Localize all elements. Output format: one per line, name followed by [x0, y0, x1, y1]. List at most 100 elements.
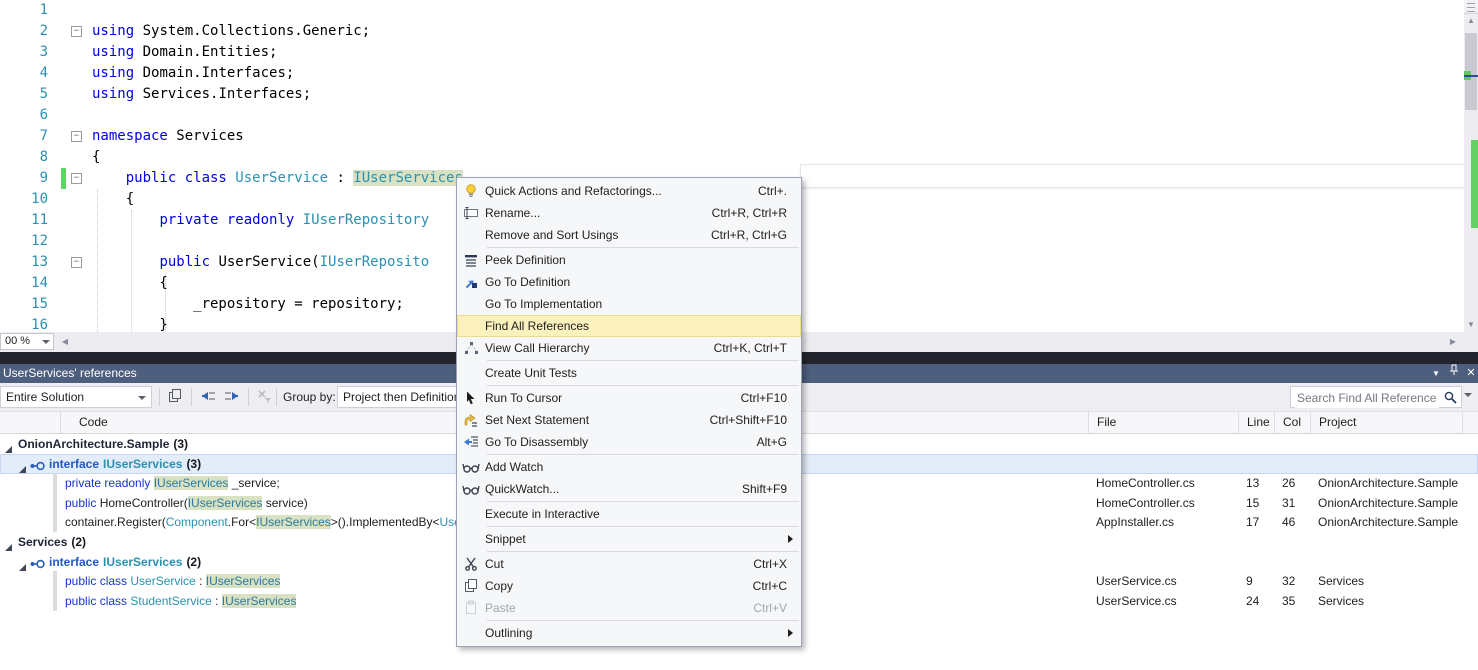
- scope-select[interactable]: Entire Solution: [0, 386, 152, 408]
- editor-line[interactable]: 6: [0, 105, 1464, 126]
- change-margin: [48, 105, 66, 126]
- outlining-margin[interactable]: −: [66, 126, 92, 147]
- remove-filter-button-disabled: [256, 388, 274, 406]
- menu-item-go-to-disassembly[interactable]: Go To Disassembly Alt+G: [457, 431, 801, 453]
- editor-line[interactable]: 4 using Domain.Interfaces;: [0, 63, 1464, 84]
- column-header-blank[interactable]: [0, 412, 60, 433]
- scroll-up-arrow-icon[interactable]: ▲: [1464, 14, 1478, 28]
- code-segment: using: [92, 86, 135, 102]
- code-snippet: private readonly IUserServices _service;: [65, 473, 280, 493]
- menu-item-remove-and-sort-usings[interactable]: Remove and Sort Usings Ctrl+R, Ctrl+G: [457, 224, 801, 246]
- copy-results-button[interactable]: [167, 388, 185, 406]
- code-segment: service): [262, 495, 308, 510]
- highlighted-symbol: IUserServices: [256, 515, 331, 530]
- highlighted-symbol: IUserServices: [221, 593, 297, 608]
- interface-keyword: interface: [49, 554, 100, 569]
- line-number: 13: [31, 254, 48, 270]
- editor-line[interactable]: 5 using Services.Interfaces;: [0, 84, 1464, 105]
- close-icon[interactable]: ✕: [1463, 364, 1478, 383]
- menu-item-set-next-statement[interactable]: Set Next Statement Ctrl+Shift+F10: [457, 409, 801, 431]
- menu-item-peek-definition[interactable]: Peek Definition: [457, 249, 801, 271]
- scrollbar-caret-mark: [1464, 75, 1478, 77]
- tree-indent-bar: [53, 571, 57, 592]
- menu-item-add-watch[interactable]: Add Watch: [457, 456, 801, 478]
- code-text: {: [92, 189, 134, 210]
- change-margin: [48, 0, 66, 21]
- menu-item-find-all-references[interactable]: Find All References: [457, 315, 801, 337]
- code-segment: Domain.Entities;: [134, 44, 278, 60]
- search-input[interactable]: [1295, 388, 1439, 408]
- collapse-box-icon[interactable]: −: [71, 26, 82, 37]
- menu-item-label: Quick Actions and Refactorings...: [485, 184, 662, 198]
- search-icon[interactable]: [1444, 391, 1457, 404]
- menu-item-outlining[interactable]: Outlining: [457, 622, 801, 644]
- scroll-right-arrow-icon[interactable]: ▶: [1446, 335, 1460, 349]
- collapse-box-icon[interactable]: −: [71, 257, 82, 268]
- editor-line[interactable]: 2 − using System.Collections.Generic;: [0, 21, 1464, 42]
- code-segment: IUserReposito: [319, 254, 430, 270]
- interface-icon: [30, 458, 46, 474]
- column-header-col[interactable]: Col: [1274, 412, 1310, 433]
- scrollbar-split-gripper[interactable]: [1464, 0, 1478, 14]
- search-box[interactable]: [1290, 386, 1462, 408]
- column-header-line[interactable]: Line: [1238, 412, 1274, 433]
- menu-item-snippet[interactable]: Snippet: [457, 528, 801, 550]
- menu-item-create-unit-tests[interactable]: Create Unit Tests: [457, 362, 801, 384]
- expander-icon[interactable]: [18, 558, 27, 571]
- code-segment: >().ImplementedBy<: [330, 515, 440, 530]
- previous-location-button[interactable]: [199, 388, 217, 406]
- column-header-blank[interactable]: [1462, 412, 1478, 433]
- code-text: namespace Services: [92, 126, 244, 147]
- collapse-box-icon[interactable]: −: [71, 131, 82, 142]
- menu-item-quickwatch[interactable]: QuickWatch... Shift+F9: [457, 478, 801, 500]
- outlining-margin[interactable]: −: [66, 168, 92, 189]
- menu-item-shortcut: Ctrl+K, Ctrl+T: [713, 341, 787, 355]
- column-header-project[interactable]: Project: [1310, 412, 1462, 433]
- editor-zoom-select[interactable]: 00 %: [0, 333, 54, 350]
- interface-keyword: interface: [49, 456, 100, 471]
- window-position-chevron-icon[interactable]: ▼: [1428, 364, 1444, 383]
- menu-item-rename[interactable]: Rename... Ctrl+R, Ctrl+R: [457, 202, 801, 224]
- editor-line[interactable]: 7 − namespace Services: [0, 126, 1464, 147]
- editor-vertical-scrollbar[interactable]: ▲ ▼: [1464, 0, 1478, 332]
- menu-item-cut[interactable]: Cut Ctrl+X: [457, 553, 801, 575]
- search-options-chevron-icon[interactable]: [1464, 393, 1472, 397]
- group-by-select[interactable]: Project then Definition: [337, 386, 470, 408]
- menu-item-run-to-cursor[interactable]: Run To Cursor Ctrl+F10: [457, 387, 801, 409]
- next-location-button[interactable]: [223, 388, 241, 406]
- change-margin: [48, 315, 66, 332]
- menu-item-go-to-definition[interactable]: Go To Definition: [457, 271, 801, 293]
- column-header-file[interactable]: File: [1088, 412, 1238, 433]
- editor-line[interactable]: 3 using Domain.Entities;: [0, 42, 1464, 63]
- menu-item-quick-actions-and-refactorings[interactable]: Quick Actions and Refactorings... Ctrl+.: [457, 180, 801, 202]
- scroll-down-arrow-icon[interactable]: ▼: [1464, 318, 1478, 332]
- code-segment: namespace: [92, 128, 168, 144]
- change-margin: [48, 63, 66, 84]
- pin-icon[interactable]: [1446, 364, 1462, 383]
- expander-icon[interactable]: [4, 538, 13, 551]
- menu-item-execute-in-interactive[interactable]: Execute in Interactive: [457, 503, 801, 525]
- change-margin: [48, 210, 66, 231]
- code-segment: private readonly: [65, 476, 154, 491]
- menu-item-copy[interactable]: Copy Ctrl+C: [457, 575, 801, 597]
- code-segment: using: [92, 23, 135, 39]
- code-segment: :: [328, 170, 354, 186]
- menu-item-label: Set Next Statement: [485, 413, 590, 427]
- code-segment: using: [92, 44, 135, 60]
- outlining-margin[interactable]: −: [66, 21, 92, 42]
- editor-line[interactable]: 1: [0, 0, 1464, 21]
- outlining-margin[interactable]: −: [66, 252, 92, 273]
- menu-item-shortcut: Ctrl+R, Ctrl+R: [711, 206, 787, 220]
- expander-icon[interactable]: [18, 460, 27, 473]
- expander-icon[interactable]: [4, 440, 13, 453]
- code-segment: StudentService: [130, 593, 212, 608]
- scroll-left-arrow-icon[interactable]: ◀: [58, 335, 72, 349]
- menu-item-go-to-implementation[interactable]: Go To Implementation: [457, 293, 801, 315]
- scrollbar-reference-marks: [1471, 140, 1478, 228]
- menu-item-view-call-hierarchy[interactable]: View Call Hierarchy Ctrl+K, Ctrl+T: [457, 337, 801, 359]
- code-text: using Services.Interfaces;: [92, 84, 311, 105]
- collapse-box-icon[interactable]: −: [71, 173, 82, 184]
- menu-item-label: Execute in Interactive: [485, 507, 600, 521]
- menu-item-label: Paste: [485, 601, 516, 615]
